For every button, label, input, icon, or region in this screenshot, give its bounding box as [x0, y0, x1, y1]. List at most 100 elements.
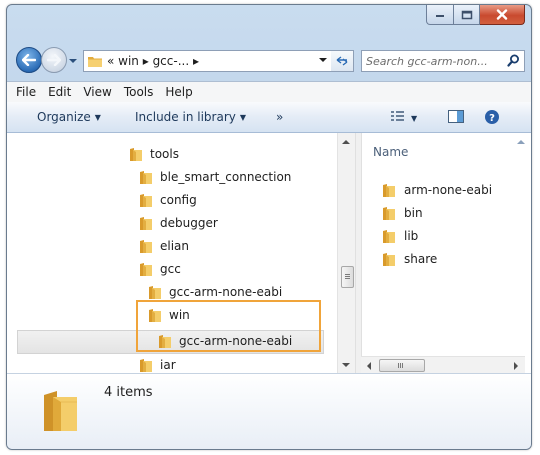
menu-view[interactable]: View	[83, 85, 111, 99]
annotation-highlight-box	[136, 300, 321, 352]
view-dropdown[interactable]: ▼	[411, 111, 417, 125]
list-item[interactable]: arm-none-eabi	[381, 181, 492, 199]
tree-item[interactable]: ble_smart_connection	[138, 168, 291, 186]
folder-icon	[383, 229, 395, 243]
chevron-down-icon: ▼	[239, 113, 247, 122]
grip-line	[402, 363, 403, 368]
list-item-label: bin	[404, 206, 423, 220]
recent-pages-dropdown[interactable]	[68, 55, 78, 65]
list-item-label: arm-none-eabi	[404, 183, 493, 197]
maximize-button[interactable]	[454, 5, 480, 25]
grip-line	[345, 276, 350, 277]
search-icon[interactable]	[507, 54, 520, 67]
folder-icon	[149, 285, 161, 299]
tree-item[interactable]: debugger	[138, 214, 218, 232]
tree-item[interactable]: elian	[138, 237, 189, 255]
help-button[interactable]: ?	[484, 109, 500, 128]
refresh-icon	[336, 56, 348, 66]
back-button[interactable]	[16, 47, 42, 73]
svg-text:?: ?	[489, 113, 495, 124]
tree-item-label: ble_smart_connection	[160, 170, 292, 184]
folder-icon	[140, 239, 152, 253]
navigation-pane: tools ble_smart_connection config debugg…	[7, 133, 355, 373]
preview-pane-button[interactable]	[447, 109, 465, 127]
scroll-right-icon[interactable]	[513, 362, 519, 370]
chevron-down-icon: ▼	[411, 114, 418, 123]
caption-buttons	[426, 5, 525, 25]
minimize-button[interactable]	[426, 5, 454, 25]
search-input[interactable]	[366, 54, 502, 68]
menu-tools[interactable]: Tools	[124, 85, 154, 99]
address-dropdown-icon[interactable]	[319, 56, 327, 64]
folder-icon	[140, 358, 152, 372]
search-box[interactable]	[361, 50, 525, 72]
maximize-icon	[461, 10, 472, 19]
organize-button[interactable]: Organize ▼	[37, 110, 101, 124]
tree-item[interactable]: gcc	[138, 260, 181, 278]
details-pane: 4 items	[7, 373, 531, 449]
forward-button[interactable]	[41, 47, 67, 73]
back-arrow-icon	[22, 54, 36, 66]
close-icon	[496, 9, 508, 20]
organize-label: Organize	[37, 110, 91, 124]
item-count: 4 items	[104, 385, 153, 400]
menu-bar: File Edit View Tools Help	[7, 81, 531, 103]
minimize-icon	[436, 14, 444, 17]
chevron-down-icon	[69, 59, 77, 63]
tree-item-label: gcc-arm-none-eabi	[169, 285, 283, 299]
tree-item-label: config	[160, 193, 197, 207]
close-button[interactable]	[480, 5, 525, 25]
command-bar: Organize ▼ Include in library ▼ » ▼ ?	[7, 102, 531, 133]
menu-help[interactable]: Help	[165, 85, 192, 99]
folder-icon	[88, 57, 102, 67]
scroll-thumb[interactable]	[379, 359, 425, 372]
more-label: »	[276, 110, 284, 124]
folder-icon	[130, 147, 142, 161]
tree-item-label: elian	[160, 239, 190, 253]
grip-line	[345, 278, 350, 279]
list-item-label: lib	[404, 229, 419, 243]
breadcrumb[interactable]: « win ▸ gcc-... ▸	[107, 54, 199, 68]
tree-item[interactable]: iar	[138, 356, 176, 373]
folder-icon	[383, 206, 395, 220]
list-item[interactable]: share	[381, 250, 437, 268]
folder-icon	[383, 252, 395, 266]
menu-file[interactable]: File	[16, 85, 36, 99]
file-list-pane: Name arm-none-eabi bin lib share	[361, 133, 531, 374]
tree-item[interactable]: gcc-arm-none-eabi	[147, 283, 282, 301]
folder-icon	[140, 262, 152, 276]
horizontal-scrollbar[interactable]	[361, 356, 525, 374]
column-header-name[interactable]: Name	[373, 145, 408, 159]
scroll-down-icon[interactable]	[342, 362, 350, 368]
scroll-up-icon[interactable]	[342, 139, 350, 145]
view-icon	[391, 111, 404, 121]
navigation-bar: « win ▸ gcc-... ▸	[7, 44, 531, 74]
refresh-button[interactable]	[331, 50, 354, 72]
address-bar[interactable]: « win ▸ gcc-... ▸	[83, 50, 332, 72]
list-item[interactable]: bin	[381, 204, 423, 222]
folder-icon	[140, 216, 152, 230]
list-item-label: share	[404, 252, 438, 266]
explorer-window: « win ▸ gcc-... ▸ File Edit View Tools H…	[6, 4, 532, 450]
grip-line	[345, 274, 350, 275]
tree-item-label: tools	[150, 147, 179, 161]
scroll-thumb[interactable]	[341, 266, 354, 288]
folder-icon	[383, 183, 395, 197]
change-view-button[interactable]	[390, 109, 406, 126]
menu-edit[interactable]: Edit	[48, 85, 71, 99]
include-in-library-button[interactable]: Include in library ▼	[135, 110, 246, 124]
forward-arrow-icon	[47, 54, 61, 66]
content-area: tools ble_smart_connection config debugg…	[7, 133, 531, 374]
tree-item[interactable]: config	[138, 191, 197, 209]
folder-icon	[140, 193, 152, 207]
folder-icon	[140, 170, 152, 184]
list-item[interactable]: lib	[381, 227, 418, 245]
large-folder-icon	[44, 391, 77, 431]
preview-pane-icon	[448, 110, 464, 123]
more-commands-button[interactable]: »	[276, 110, 283, 124]
vertical-scrollbar[interactable]	[337, 133, 355, 373]
sort-indicator-icon	[517, 140, 525, 144]
grip-line	[400, 363, 401, 368]
tree-item[interactable]: tools	[128, 145, 179, 163]
scroll-left-icon[interactable]	[366, 362, 372, 370]
